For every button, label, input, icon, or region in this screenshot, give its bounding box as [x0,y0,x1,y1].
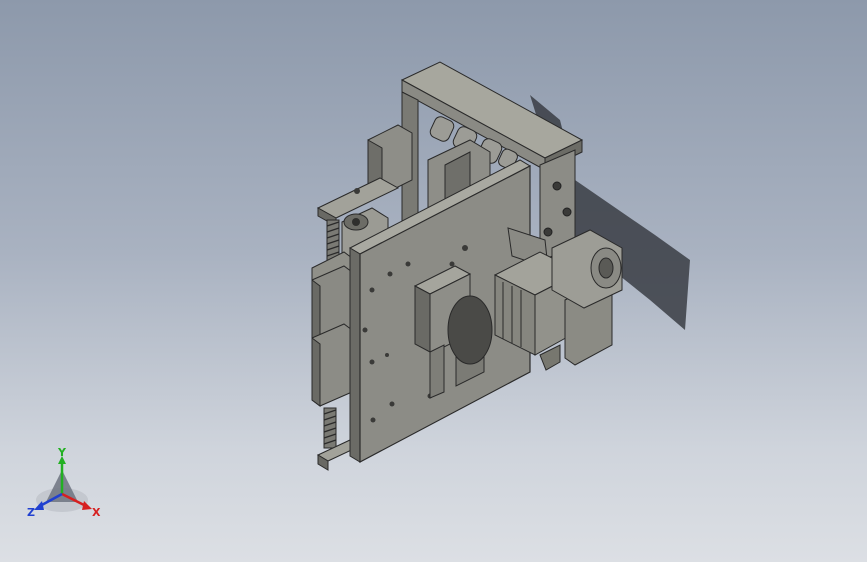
triad-z-label: Z [27,506,35,519]
frame-hole [552,181,562,191]
bearing-center [352,218,360,226]
triad-y-label: Y [57,448,67,459]
drive-wheel [447,295,493,365]
upper-bracket-plate-top [316,177,400,219]
frame-hole [543,227,553,237]
cad-model-assembly[interactable] [0,0,867,562]
mount-column [429,344,445,399]
triad-x-label: X [92,506,101,519]
main-plate-side [349,247,361,463]
air-cylinder-port [598,257,614,279]
bracket-hole [354,188,360,194]
cad-viewport[interactable]: Y X Z [0,0,867,562]
ball-screw-lower [323,407,337,449]
orientation-triad[interactable]: Y X Z [22,448,106,524]
motor-mount-face [414,285,431,353]
left-lower-block-3-face [311,337,321,407]
frame-hole [562,207,572,217]
